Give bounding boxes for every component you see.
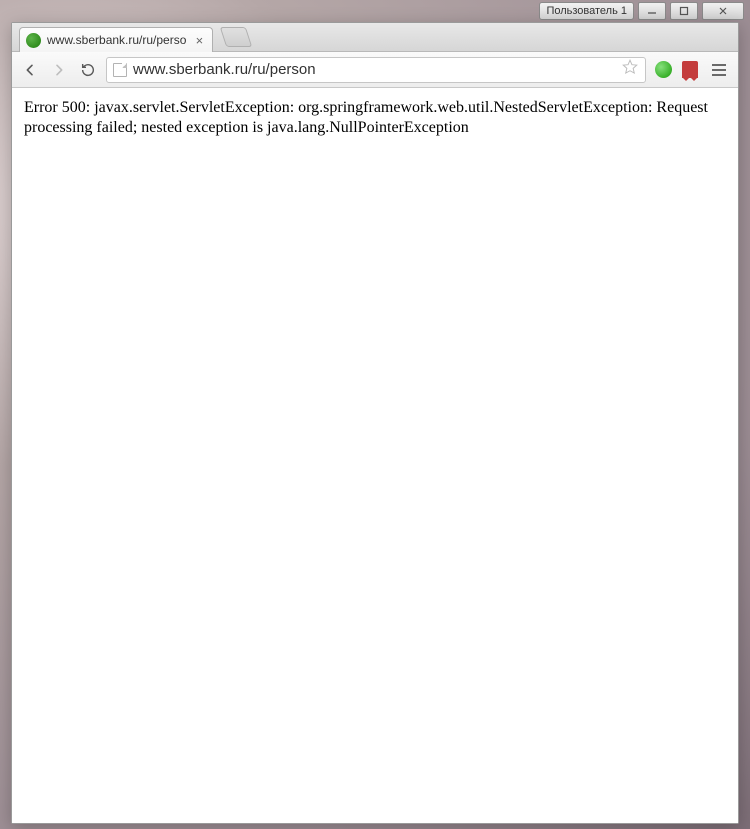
page-content: Error 500: javax.servlet.ServletExceptio…: [12, 88, 738, 823]
tab-strip: www.sberbank.ru/ru/perso ×: [12, 23, 738, 52]
desktop-wallpaper: Пользователь 1 www.sberbank.ru/ru/perso …: [0, 0, 750, 829]
url-text: www.sberbank.ru/ru/person: [133, 61, 615, 78]
window-close-button[interactable]: [702, 2, 744, 20]
sberbank-favicon-icon: [26, 33, 41, 48]
address-bar[interactable]: www.sberbank.ru/ru/person: [106, 57, 646, 83]
browser-toolbar: www.sberbank.ru/ru/person: [12, 52, 738, 88]
tab-close-icon[interactable]: ×: [192, 33, 206, 47]
hamburger-icon: [712, 64, 726, 66]
window-minimize-button[interactable]: [638, 2, 666, 20]
browser-window: www.sberbank.ru/ru/perso × www.sberbank.…: [11, 22, 739, 824]
bookmark-star-icon[interactable]: [621, 58, 639, 81]
forward-button: [48, 59, 70, 81]
browser-tab[interactable]: www.sberbank.ru/ru/perso ×: [19, 27, 213, 52]
page-icon: [113, 63, 127, 77]
extension-adblock-icon[interactable]: [680, 60, 700, 80]
window-titlebar-controls: Пользователь 1: [539, 2, 744, 20]
tab-title: www.sberbank.ru/ru/perso: [47, 33, 186, 47]
user-profile-badge[interactable]: Пользователь 1: [539, 2, 634, 20]
new-tab-button[interactable]: [220, 27, 252, 47]
menu-button[interactable]: [707, 59, 731, 81]
extension-green-icon[interactable]: [653, 60, 673, 80]
reload-button[interactable]: [77, 59, 99, 81]
error-message: Error 500: javax.servlet.ServletExceptio…: [24, 98, 726, 138]
back-button[interactable]: [19, 59, 41, 81]
window-maximize-button[interactable]: [670, 2, 698, 20]
